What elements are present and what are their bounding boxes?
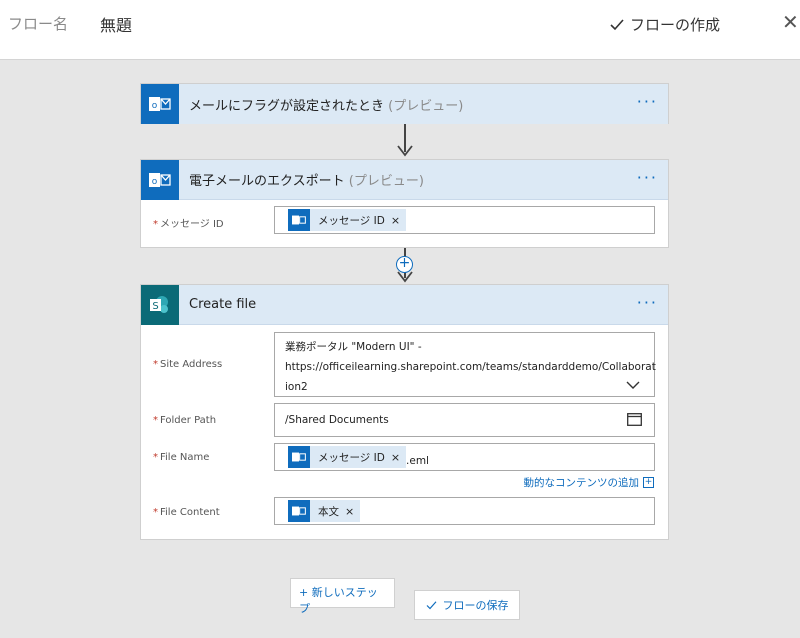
new-step-button[interactable]: + 新しいステップ bbox=[290, 578, 395, 615]
file-name-token[interactable]: メッセージ ID × bbox=[288, 446, 407, 468]
site-address-line3: ion2 bbox=[285, 381, 308, 393]
create-file-header[interactable]: S Create file ··· bbox=[141, 284, 668, 325]
export-email-title: 電子メールのエクスポート (プレビュー) bbox=[189, 174, 424, 189]
folder-path-label: * Folder Path bbox=[153, 415, 217, 426]
create-flow-button[interactable]: フローの作成 bbox=[610, 14, 720, 35]
create-file-card: S Create file ··· * Site Address 業務ポータル "… bbox=[140, 284, 669, 540]
checkmark-icon bbox=[610, 18, 624, 30]
checkmark-icon bbox=[426, 600, 436, 609]
export-email-more-button[interactable]: ··· bbox=[637, 170, 658, 186]
trigger-title: メールにフラグが設定されたとき (プレビュー) bbox=[189, 98, 464, 114]
create-file-more-button[interactable]: ··· bbox=[637, 295, 658, 311]
site-address-line2: https://officeilearning.sharepoint.com/t… bbox=[285, 361, 656, 373]
export-email-card: o 電子メールのエクスポート (プレビュー) ··· * メッセージ ID メッセ… bbox=[140, 159, 669, 248]
site-address-line1: 業務ポータル "Modern UI" - bbox=[285, 341, 422, 353]
file-name-input[interactable]: メッセージ ID × .eml bbox=[274, 443, 655, 471]
message-id-row: * メッセージ ID メッセージ ID × bbox=[141, 200, 668, 240]
file-content-token[interactable]: 本文 × bbox=[288, 500, 361, 522]
trigger-card: o メールにフラグが設定されたとき (プレビュー) ··· bbox=[140, 83, 669, 124]
file-name-label: * File Name bbox=[153, 452, 210, 463]
site-address-dropdown[interactable]: 業務ポータル "Modern UI" - https://officeilear… bbox=[274, 332, 656, 397]
chevron-down-icon[interactable] bbox=[626, 381, 640, 390]
flow-name-input[interactable]: 無題 bbox=[100, 12, 132, 36]
folder-path-input[interactable]: /Shared Documents bbox=[274, 403, 655, 437]
save-flow-button[interactable]: フローの保存 bbox=[414, 590, 520, 620]
arrow-down-icon bbox=[397, 145, 413, 157]
remove-token-icon[interactable]: × bbox=[345, 505, 354, 518]
outlook-icon: o bbox=[141, 159, 179, 200]
message-id-token[interactable]: メッセージ ID × bbox=[288, 209, 407, 231]
outlook-icon: o bbox=[141, 84, 179, 124]
svg-text:o: o bbox=[152, 177, 158, 187]
close-icon[interactable]: ✕ bbox=[782, 12, 799, 32]
svg-text:S: S bbox=[152, 301, 158, 312]
trigger-more-button[interactable]: ··· bbox=[637, 94, 658, 110]
outlook-icon bbox=[288, 209, 310, 231]
add-content-icon: + bbox=[643, 477, 654, 488]
export-email-header[interactable]: o 電子メールのエクスポート (プレビュー) ··· bbox=[141, 159, 668, 200]
file-content-input[interactable]: 本文 × bbox=[274, 497, 655, 525]
remove-token-icon[interactable]: × bbox=[391, 451, 400, 464]
outlook-icon bbox=[288, 446, 310, 468]
message-id-label: * メッセージ ID bbox=[153, 219, 224, 230]
trigger-card-header[interactable]: o メールにフラグが設定されたとき (プレビュー) ··· bbox=[141, 84, 668, 124]
flow-name-label: フロー名 bbox=[8, 15, 69, 33]
message-id-input[interactable]: メッセージ ID × bbox=[274, 206, 655, 234]
create-file-title: Create file bbox=[189, 297, 257, 312]
remove-token-icon[interactable]: × bbox=[391, 214, 400, 227]
folder-path-value: /Shared Documents bbox=[285, 414, 389, 426]
svg-text:o: o bbox=[152, 101, 158, 111]
add-dynamic-content-link[interactable]: 動的なコンテンツの追加 + bbox=[524, 475, 654, 490]
create-flow-label: フローの作成 bbox=[630, 16, 721, 34]
top-bar: フロー名 無題 フローの作成 ✕ bbox=[0, 0, 800, 60]
file-content-label: * File Content bbox=[153, 507, 220, 518]
sharepoint-icon: S bbox=[141, 284, 179, 325]
folder-icon[interactable] bbox=[627, 413, 642, 426]
arrow-down-icon bbox=[397, 271, 413, 283]
site-address-label: * Site Address bbox=[153, 359, 223, 370]
file-name-suffix: .eml bbox=[406, 455, 429, 467]
outlook-icon bbox=[288, 500, 310, 522]
